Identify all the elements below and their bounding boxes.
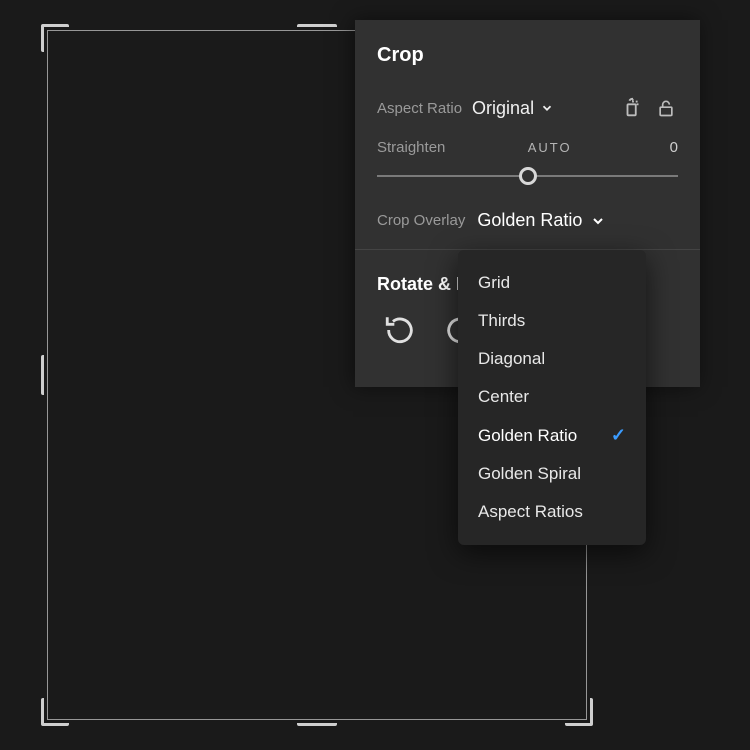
chevron-down-icon [590, 213, 606, 229]
overlay-option[interactable]: Diagonal [458, 340, 646, 378]
overlay-option-label: Golden Ratio [478, 426, 577, 446]
overlay-option[interactable]: Golden Ratio ✓ [458, 416, 646, 455]
aspect-ratio-label: Aspect Ratio [377, 100, 462, 117]
overlay-option[interactable]: Center [458, 378, 646, 416]
crop-overlay-dropdown[interactable]: Golden Ratio [477, 210, 606, 231]
overlay-option-label: Golden Spiral [478, 464, 581, 484]
crop-overlay-menu: GridThirdsDiagonalCenterGolden Ratio✓Gol… [458, 250, 646, 545]
rotate-crop-icon[interactable] [620, 95, 646, 121]
crop-handle-bottom-right[interactable] [565, 698, 593, 726]
crop-overlay-label: Crop Overlay [377, 212, 465, 229]
overlay-option-label: Grid [478, 273, 510, 293]
overlay-option-label: Aspect Ratios [478, 502, 583, 522]
chevron-down-icon [540, 101, 554, 115]
crop-handle-top[interactable] [297, 24, 337, 34]
crop-overlay-value: Golden Ratio [477, 210, 582, 231]
straighten-value: 0 [654, 139, 678, 156]
overlay-option[interactable]: Thirds [458, 302, 646, 340]
crop-handle-bottom-left[interactable] [41, 698, 69, 726]
straighten-auto-button[interactable]: AUTO [528, 140, 572, 155]
straighten-slider[interactable] [377, 164, 678, 188]
panel-title: Crop [377, 44, 678, 67]
crop-handle-left[interactable] [41, 355, 51, 395]
overlay-option-label: Diagonal [478, 349, 545, 369]
straighten-label: Straighten [377, 139, 445, 156]
crop-panel: Crop Aspect Ratio Original Straighten AU… [355, 20, 700, 387]
overlay-option[interactable]: Golden Spiral [458, 455, 646, 493]
rotate-ccw-button[interactable] [383, 313, 417, 347]
crop-handle-top-left[interactable] [41, 24, 69, 52]
lock-aspect-icon[interactable] [654, 95, 678, 121]
overlay-option[interactable]: Aspect Ratios [458, 493, 646, 531]
overlay-option-label: Center [478, 387, 529, 407]
check-icon: ✓ [611, 425, 626, 446]
overlay-option-label: Thirds [478, 311, 525, 331]
overlay-option[interactable]: Grid [458, 264, 646, 302]
aspect-ratio-dropdown[interactable]: Original [472, 98, 554, 119]
crop-handle-bottom[interactable] [297, 716, 337, 726]
aspect-ratio-value: Original [472, 98, 534, 119]
slider-knob[interactable] [519, 167, 537, 185]
